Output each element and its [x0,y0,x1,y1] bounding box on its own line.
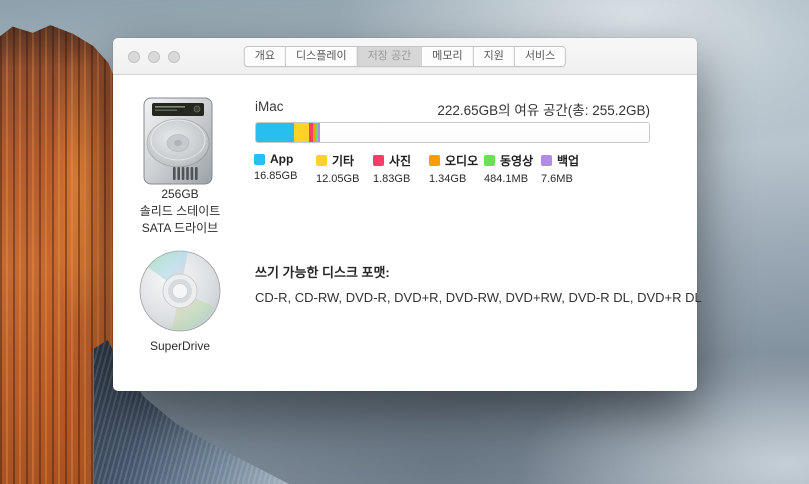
apps-swatch [254,154,265,165]
legend-size: 484.1MB [484,173,541,185]
window-titlebar[interactable]: 개요 디스플레이 저장 공간 메모리 지원 서비스 [113,38,697,75]
drive-interface: SATA 드라이브 [118,220,242,237]
tab-storage[interactable]: 저장 공간 [357,47,422,66]
tab-displays[interactable]: 디스플레이 [285,47,357,66]
zoom-button[interactable] [168,51,180,63]
free-space-summary: 222.65GB의 여유 공간(총: 255.2GB) [437,99,650,119]
legend-item-audio: 오디오 1.34GB [429,152,484,185]
drive-type: 솔리드 스테이트 [118,203,242,220]
storage-legend: App 16.85GB 기타 12.05GB 사진 1.83GB 오디오 1.3… [254,152,601,185]
superdrive-disc-icon [138,249,222,333]
legend-size: 1.34GB [429,173,484,185]
legend-label: 기타 [332,152,354,169]
drive-caption: 256GB 솔리드 스테이트 SATA 드라이브 [118,186,242,237]
legend-label: 동영상 [500,152,533,169]
bar-segment-other [294,123,309,142]
legend-size: 12.05GB [316,173,373,185]
legend-item-photos: 사진 1.83GB [373,152,429,185]
minimize-button[interactable] [148,51,160,63]
legend-item-apps: App 16.85GB [254,152,316,185]
tab-memory[interactable]: 메모리 [421,47,472,66]
superdrive-label: SuperDrive [118,339,242,353]
bar-segment-apps [256,123,294,142]
drive-capacity: 256GB [118,186,242,203]
tab-bar: 개요 디스플레이 저장 공간 메모리 지원 서비스 [244,46,566,67]
tab-service[interactable]: 서비스 [514,47,565,66]
legend-label: App [270,152,293,166]
legend-item-movies: 동영상 484.1MB [484,152,541,185]
writable-formats-list: CD-R, CD-RW, DVD-R, DVD+R, DVD-RW, DVD+R… [255,290,702,305]
about-this-mac-window: 개요 디스플레이 저장 공간 메모리 지원 서비스 [113,38,697,391]
writable-formats-title: 쓰기 가능한 디스크 포맷: [255,262,390,281]
desktop-background: 개요 디스플레이 저장 공간 메모리 지원 서비스 [0,0,809,484]
legend-size: 7.6MB [541,173,601,185]
other-swatch [316,155,327,166]
legend-label: 오디오 [445,152,478,169]
legend-label: 사진 [389,152,411,169]
legend-size: 16.85GB [254,170,316,182]
legend-item-backups: 백업 7.6MB [541,152,601,185]
audio-swatch [429,155,440,166]
hard-drive-icon [139,95,217,187]
close-button[interactable] [128,51,140,63]
backups-swatch [541,155,552,166]
storage-pane: 256GB 솔리드 스테이트 SATA 드라이브 [113,76,697,391]
photos-swatch [373,155,384,166]
bar-free-space [320,123,649,142]
device-name: iMac [255,99,284,114]
storage-usage-bar [255,122,650,143]
tab-overview[interactable]: 개요 [245,47,285,66]
tab-support[interactable]: 지원 [473,47,514,66]
movies-swatch [484,155,495,166]
legend-size: 1.83GB [373,173,429,185]
legend-item-other: 기타 12.05GB [316,152,373,185]
legend-label: 백업 [557,152,579,169]
